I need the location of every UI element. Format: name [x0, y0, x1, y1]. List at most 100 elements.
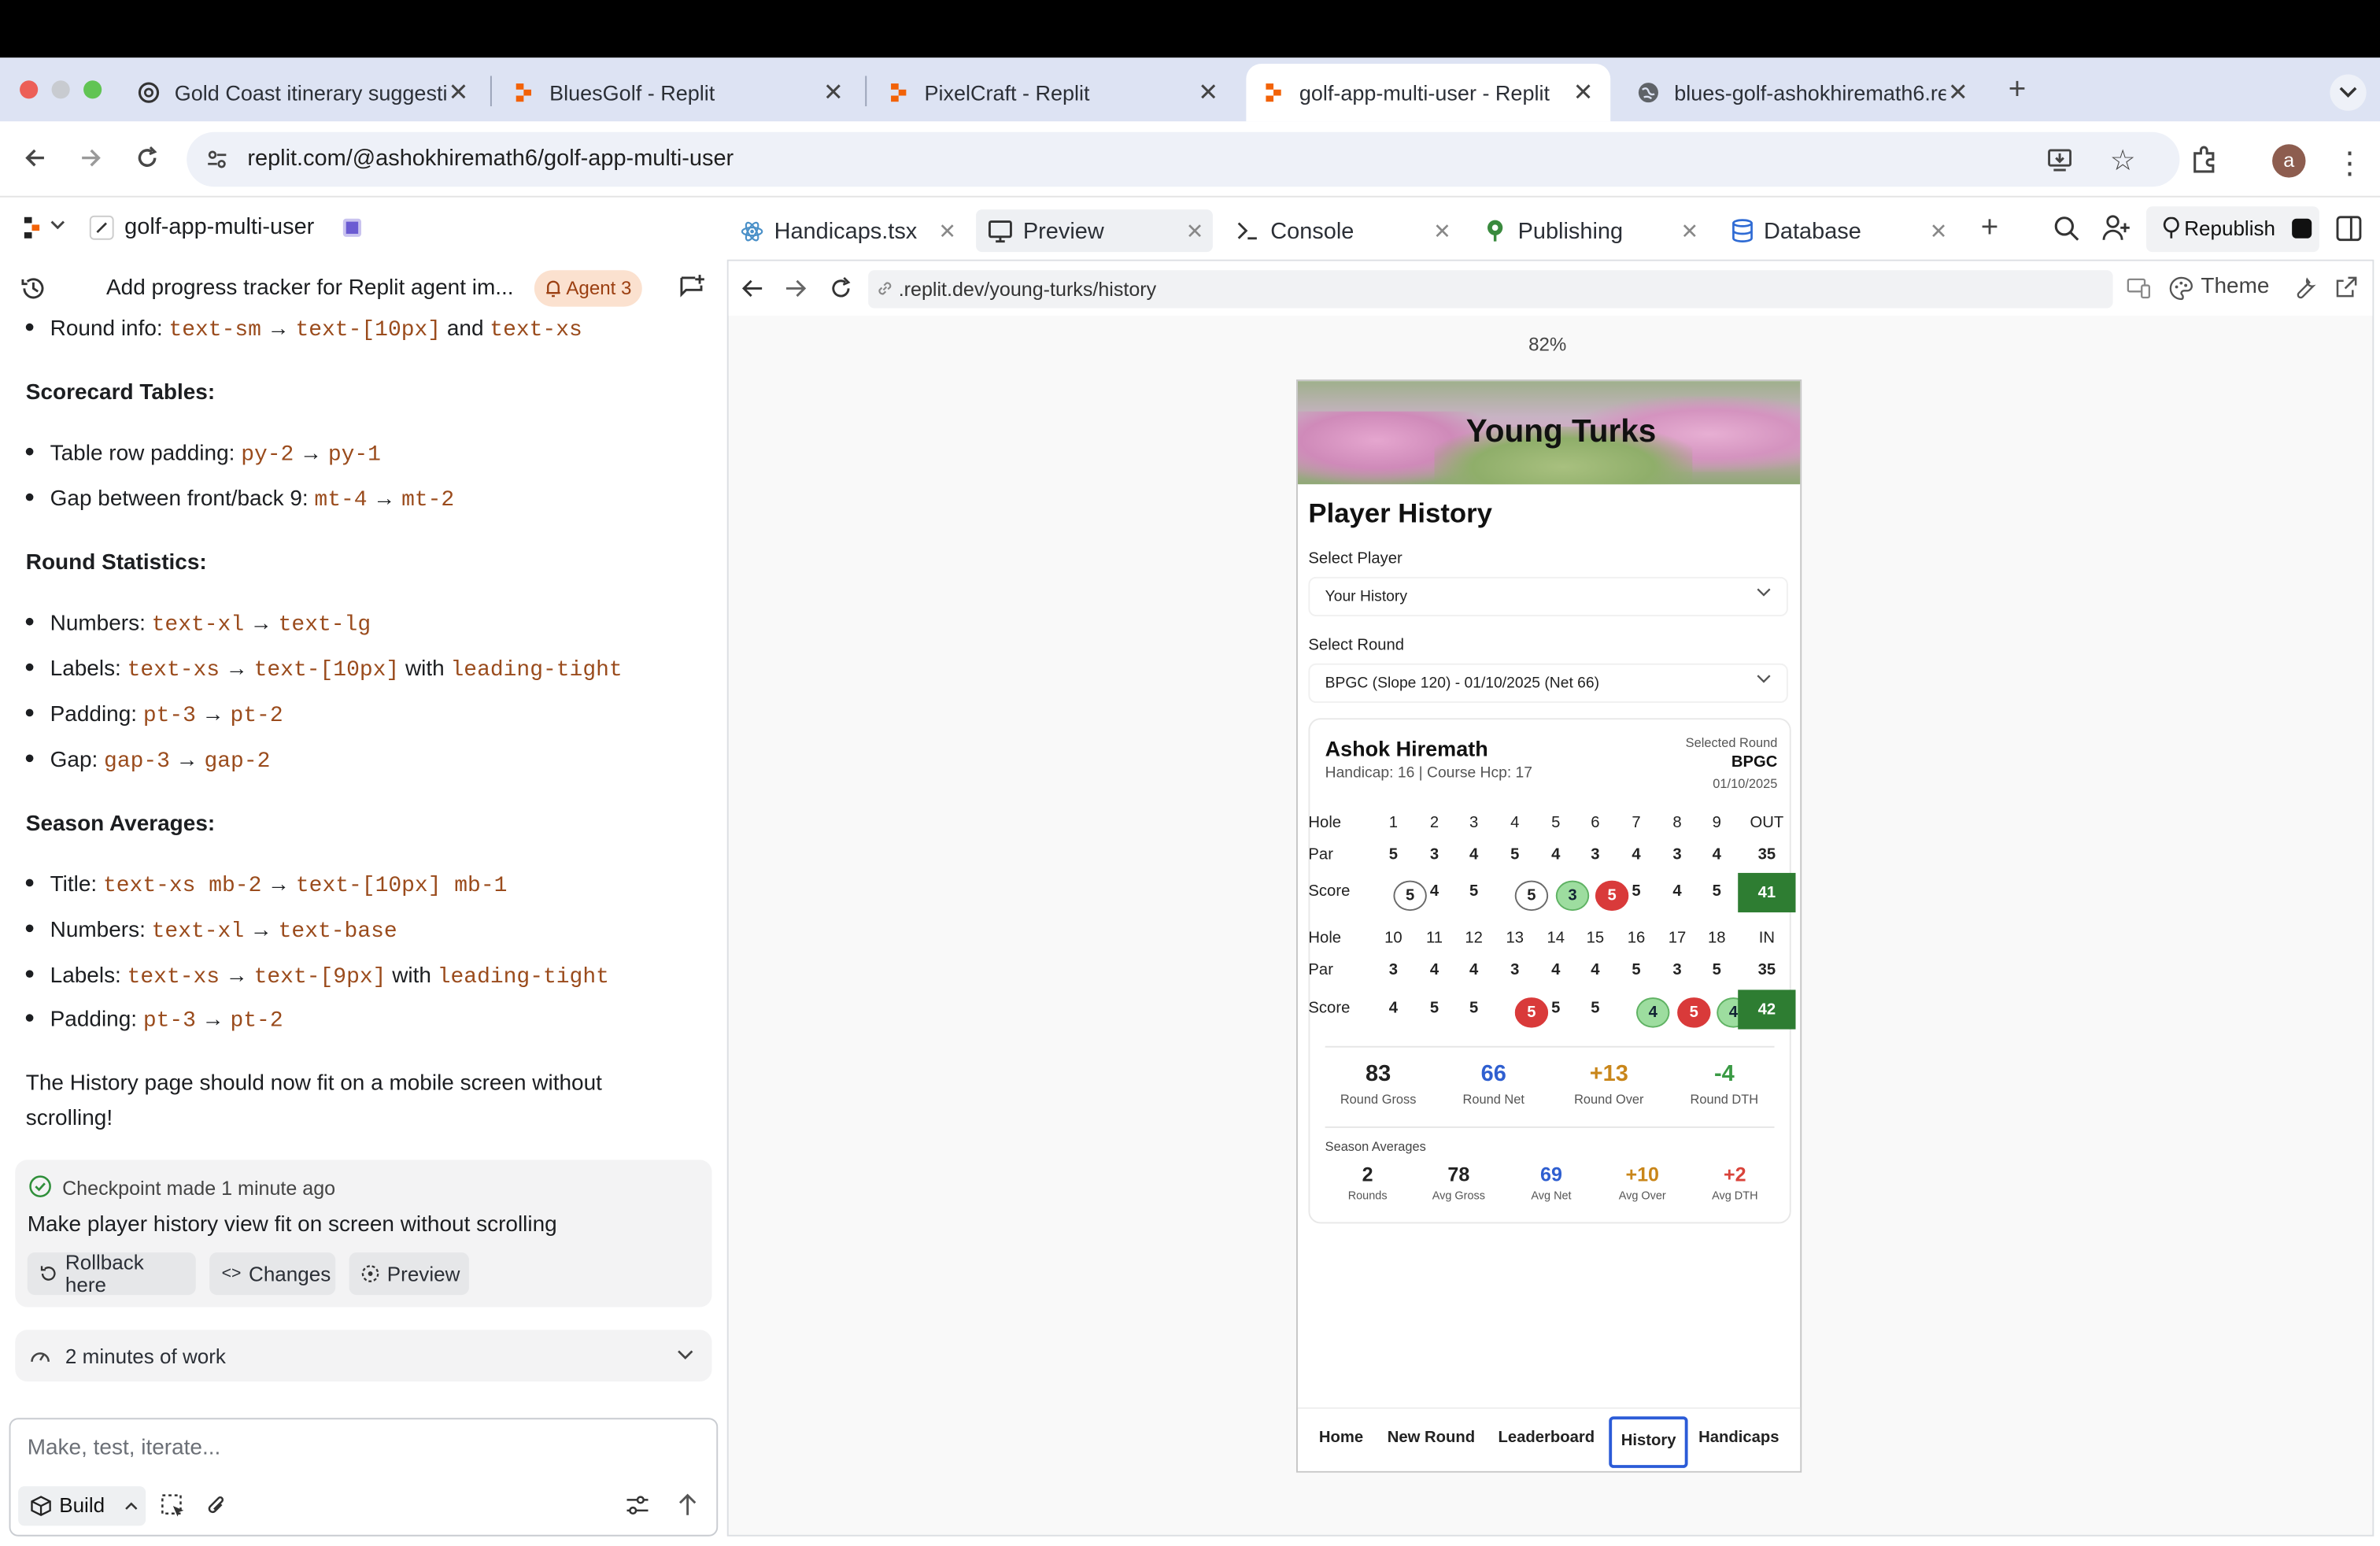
nav-leaderboard[interactable]: Leaderboard — [1498, 1429, 1595, 1447]
build-mode-button[interactable]: Build — [18, 1486, 146, 1526]
chevron-down-icon[interactable] — [50, 220, 65, 230]
nav-new-round[interactable]: New Round — [1388, 1429, 1475, 1447]
bookmark-star-icon[interactable]: ☆ — [2110, 144, 2136, 179]
publishing-tree-icon — [1483, 219, 1507, 243]
changes-button[interactable]: <> Changes — [209, 1252, 336, 1296]
close-icon[interactable]: ✕ — [1680, 218, 1698, 244]
close-icon[interactable]: ✕ — [1433, 218, 1451, 244]
window-minimize-button[interactable] — [51, 80, 70, 99]
nav-home[interactable]: Home — [1319, 1429, 1363, 1447]
project-name[interactable]: golf-app-multi-user — [124, 214, 314, 240]
add-tab-plus-icon[interactable]: + — [1981, 211, 1999, 246]
close-icon[interactable]: ✕ — [1186, 218, 1204, 244]
select-round-label: Select Round — [1308, 636, 1405, 655]
browser-tab-active[interactable]: golf-app-multi-user - Replit ✕ — [1246, 63, 1611, 122]
window-zoom-button[interactable] — [83, 80, 102, 99]
cube-icon — [31, 1496, 52, 1517]
paperclip-icon[interactable] — [205, 1494, 227, 1518]
republish-options-icon[interactable] — [2292, 218, 2312, 239]
section-heading: Round Statistics: — [25, 551, 207, 575]
build-label: Build — [59, 1493, 105, 1517]
close-icon[interactable]: ✕ — [1196, 77, 1221, 108]
close-icon[interactable]: ✕ — [1571, 77, 1595, 108]
nav-history[interactable]: History — [1609, 1416, 1688, 1468]
chat-input[interactable]: Make, test, iterate... Build — [9, 1418, 719, 1537]
stat-round-gross: 83 Round Gross — [1340, 1061, 1417, 1107]
preview-url: .replit.dev/young-turks/history — [898, 277, 1157, 301]
replit-logo-icon[interactable] — [23, 216, 44, 240]
profile-avatar[interactable]: a — [2272, 144, 2306, 178]
table-row: Par 3 4 4 3 4 4 5 3 5 35 — [1308, 960, 1776, 979]
palette-icon[interactable] — [2169, 276, 2193, 301]
tab-publishing[interactable]: Publishing ✕ — [1471, 209, 1708, 252]
browser-tab[interactable]: BluesGolf - Replit ✕ — [497, 64, 861, 121]
select-player-label: Select Player — [1308, 549, 1402, 568]
theme-button[interactable]: Theme — [2201, 275, 2269, 299]
tab-search-chevron-icon[interactable] — [2330, 74, 2367, 111]
back-arrow-icon[interactable] — [20, 142, 50, 173]
checkpoint-message: Make player history view fit on screen w… — [27, 1212, 557, 1237]
close-icon[interactable]: ✕ — [938, 218, 956, 244]
tab-label: Preview — [1022, 217, 1104, 244]
history-icon[interactable] — [20, 275, 47, 302]
browser-tab[interactable]: PixelCraft - Replit ✕ — [871, 64, 1236, 121]
chat-input-placeholder: Make, test, iterate... — [27, 1436, 221, 1461]
table-row: Score 5 4 5 5 3 5 5 4 5 41 — [1298, 872, 1800, 913]
close-icon[interactable]: ✕ — [1946, 77, 1970, 108]
close-icon[interactable]: ✕ — [821, 77, 845, 108]
select-round-dropdown[interactable]: BPGC (Slope 120) - 01/10/2025 (Net 66) — [1308, 663, 1788, 703]
player-name: Ashok Hiremath — [1325, 736, 1488, 761]
republish-button[interactable]: Republish — [2145, 206, 2319, 253]
work-summary[interactable]: 2 minutes of work — [15, 1330, 712, 1381]
wrench-icon[interactable] — [2293, 276, 2316, 299]
season-averages-title: Season Averages — [1325, 1138, 1426, 1154]
site-settings-icon[interactable] — [205, 147, 229, 172]
divider — [1325, 1126, 1775, 1128]
browser-toolbar: replit.com/@ashokhiremath6/golf-app-mult… — [0, 121, 2380, 198]
window-close-button[interactable] — [20, 80, 39, 99]
terminal-prompt-icon — [1236, 220, 1260, 242]
player-handicap: Handicap: 16 | Course Hcp: 17 — [1325, 764, 1533, 782]
select-player-dropdown[interactable]: Your History — [1308, 576, 1788, 616]
back-arrow-icon[interactable] — [741, 278, 763, 299]
tab-preview[interactable]: Preview ✕ — [976, 209, 1213, 253]
settings-sliders-icon[interactable] — [626, 1494, 650, 1517]
split-pane-icon[interactable] — [2336, 216, 2362, 242]
browser-tab[interactable]: Gold Coast itinerary suggestio ✕ — [121, 64, 486, 121]
divider — [1325, 1045, 1775, 1048]
devices-icon[interactable] — [2127, 278, 2151, 299]
preview-button[interactable]: Preview — [349, 1252, 469, 1296]
tab-handicaps-tsx[interactable]: Handicaps.tsx ✕ — [729, 209, 966, 252]
stat-season-avg-net: 69 Avg Net — [1531, 1163, 1572, 1203]
browser-tab[interactable]: blues-golf-ashokhiremath6.re ✕ — [1621, 64, 1986, 121]
reload-icon[interactable] — [829, 276, 853, 301]
table-row: Hole 10 11 12 13 14 15 16 17 18 IN — [1308, 929, 1775, 948]
republish-label: Republish — [2184, 216, 2276, 240]
close-icon[interactable]: ✕ — [446, 77, 471, 108]
invite-user-icon[interactable] — [2102, 214, 2131, 242]
new-tab-plus-icon[interactable]: + — [2002, 72, 2033, 105]
browser-menu-icon[interactable]: ⋮ — [2334, 144, 2365, 182]
send-arrow-up-icon[interactable] — [677, 1492, 698, 1517]
install-app-icon[interactable] — [2046, 146, 2074, 173]
rollback-button[interactable]: Rollback here — [27, 1251, 196, 1296]
tab-database[interactable]: Database ✕ — [1720, 209, 1957, 252]
browser-tab-title: blues-golf-ashokhiremath6.re — [1674, 80, 1946, 105]
stat-round-dth: -4 Round DTH — [1690, 1061, 1759, 1107]
app-header-banner: Young Turks — [1297, 381, 1801, 485]
nav-handicaps[interactable]: Handicaps — [1698, 1429, 1779, 1447]
extensions-puzzle-icon[interactable] — [2189, 144, 2219, 175]
preview-url-bar[interactable]: .replit.dev/young-turks/history — [868, 270, 2113, 309]
address-bar[interactable]: replit.com/@ashokhiremath6/golf-app-mult… — [187, 131, 2180, 187]
chevron-down-icon[interactable] — [677, 1349, 693, 1360]
forward-arrow-icon[interactable] — [76, 142, 106, 173]
select-element-icon[interactable] — [161, 1494, 185, 1518]
search-icon[interactable] — [2053, 216, 2079, 242]
new-chat-icon[interactable] — [678, 273, 706, 301]
reload-icon[interactable] — [132, 142, 163, 173]
tab-console[interactable]: Console ✕ — [1223, 209, 1460, 252]
open-external-icon[interactable] — [2334, 276, 2357, 299]
agent-badge: Agent 3 — [534, 270, 642, 307]
close-icon[interactable]: ✕ — [1930, 218, 1948, 244]
forward-arrow-icon[interactable] — [785, 278, 808, 299]
